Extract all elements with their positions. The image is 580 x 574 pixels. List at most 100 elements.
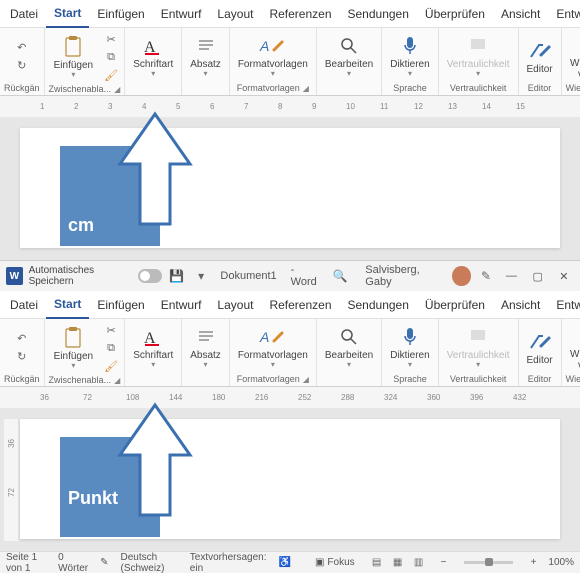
undo-icon[interactable]: ↶: [14, 331, 30, 347]
tab-ansicht[interactable]: Ansicht: [493, 292, 548, 318]
tab-ansicht[interactable]: Ansicht: [493, 1, 548, 27]
toggle-off-icon[interactable]: [138, 269, 162, 283]
tab-datei[interactable]: Datei: [2, 292, 46, 318]
group-paragraph: Absatz ▾: [182, 319, 230, 386]
page-top[interactable]: cm: [20, 128, 560, 248]
paragraph-button[interactable]: Absatz ▾: [186, 323, 225, 372]
tab-start[interactable]: Start: [46, 291, 89, 319]
paragraph-icon: [194, 34, 218, 58]
format-painter-icon[interactable]: 🖌: [103, 67, 119, 83]
launcher-icon[interactable]: ◢: [303, 375, 309, 384]
paragraph-button[interactable]: Absatz ▾: [186, 32, 225, 81]
view-read-icon[interactable]: ▤: [367, 555, 387, 571]
shape-label-cm: cm: [68, 215, 94, 236]
view-web-icon[interactable]: ▥: [409, 555, 429, 571]
tab-einfügen[interactable]: Einfügen: [89, 1, 152, 27]
shape-square-cm[interactable]: cm: [60, 146, 160, 246]
editing-button[interactable]: Bearbeiten ▾: [321, 323, 377, 372]
redo-icon[interactable]: ↻: [14, 349, 30, 365]
ruler-vertical-pt[interactable]: 3672: [4, 419, 18, 541]
status-accessibility[interactable]: ♿: [279, 557, 291, 568]
close-button[interactable]: ✕: [554, 265, 574, 287]
zoom-slider[interactable]: [464, 561, 512, 564]
user-name[interactable]: Salvisberg, Gaby: [365, 264, 442, 288]
ruler-horizontal-pt[interactable]: 3672108144180216252288324360396432: [0, 387, 580, 409]
status-textprediction[interactable]: Textvorhersagen: ein: [190, 552, 267, 574]
save-icon[interactable]: 💾: [168, 266, 186, 286]
redo-icon[interactable]: ↻: [14, 58, 30, 74]
tab-überprüfen[interactable]: Überprüfen: [417, 292, 493, 318]
chevron-down-icon: ▾: [347, 361, 351, 370]
status-language[interactable]: Deutsch (Schweiz): [121, 552, 178, 574]
tab-layout[interactable]: Layout: [209, 292, 261, 318]
tab-datei[interactable]: Datei: [2, 1, 46, 27]
zoom-level[interactable]: 100%: [548, 557, 574, 568]
tab-einfügen[interactable]: Einfügen: [89, 292, 152, 318]
tab-sendungen[interactable]: Sendungen: [340, 292, 417, 318]
shape-arrow-up[interactable]: [120, 114, 190, 234]
styles-button[interactable]: A Formatvorlagen ▾: [234, 32, 312, 81]
window-top: DateiStartEinfügenEntwurfLayoutReferenze…: [0, 0, 580, 260]
launcher-icon[interactable]: ◢: [114, 85, 120, 94]
cut-icon[interactable]: ✂: [103, 322, 119, 338]
dictate-button[interactable]: Diktieren ▾: [386, 32, 433, 81]
search-icon[interactable]: 🔍: [331, 266, 349, 286]
eyedropper-icon[interactable]: ✎: [477, 266, 495, 286]
maximize-button[interactable]: ▢: [528, 265, 548, 287]
shape-square-punkt[interactable]: Punkt: [60, 437, 160, 537]
tab-start[interactable]: Start: [46, 0, 89, 28]
font-button[interactable]: A Schriftart ▾: [129, 32, 177, 81]
tab-sendungen[interactable]: Sendungen: [340, 1, 417, 27]
tab-referenzen[interactable]: Referenzen: [261, 1, 339, 27]
paste-button[interactable]: Einfügen ▾: [50, 324, 97, 373]
styles-icon: A: [261, 325, 285, 349]
tab-entwurf[interactable]: Entwurf: [153, 1, 210, 27]
editor-button[interactable]: Editor: [523, 328, 557, 368]
view-print-icon[interactable]: ▦: [388, 555, 408, 571]
tab-entwicklertools[interactable]: Entwicklertools: [548, 292, 580, 318]
tag-icon: [466, 325, 490, 349]
font-button[interactable]: A Schriftart ▾: [129, 323, 177, 372]
chevron-down-icon: ▾: [71, 362, 75, 371]
shape-arrow-up[interactable]: [120, 405, 190, 525]
zoom-out-button[interactable]: −: [441, 557, 447, 568]
reuse-files-button[interactable]: Wiederverwen von Dateie: [566, 322, 580, 373]
status-spellcheck[interactable]: ✎: [100, 557, 108, 568]
copy-icon[interactable]: ⧉: [103, 340, 119, 356]
dictate-button[interactable]: Diktieren ▾: [386, 323, 433, 372]
copy-icon[interactable]: ⧉: [103, 49, 119, 65]
ruler-horizontal-cm[interactable]: 123456789101112131415: [0, 96, 580, 118]
zoom-in-button[interactable]: +: [531, 557, 537, 568]
ribbon-tabs-bottom: DateiStartEinfügenEntwurfLayoutReferenze…: [0, 291, 580, 319]
avatar[interactable]: [452, 266, 470, 286]
tab-referenzen[interactable]: Referenzen: [261, 292, 339, 318]
microphone-icon: [398, 325, 422, 349]
page-bottom[interactable]: Punkt: [20, 419, 560, 539]
tab-überprüfen[interactable]: Überprüfen: [417, 1, 493, 27]
document-name[interactable]: Dokument1: [220, 270, 276, 282]
chevron-down-icon[interactable]: ▾: [192, 266, 210, 286]
group-editing: Bearbeiten ▾: [317, 319, 382, 386]
undo-icon[interactable]: ↶: [14, 40, 30, 56]
chevron-down-icon: ▾: [151, 70, 155, 79]
editing-button[interactable]: Bearbeiten ▾: [321, 32, 377, 81]
tab-entwicklertools[interactable]: Entwicklertools: [548, 1, 580, 27]
autosave-toggle[interactable]: Automatisches Speichern: [29, 265, 162, 287]
status-words[interactable]: 0 Wörter: [58, 552, 88, 574]
minimize-button[interactable]: —: [501, 265, 521, 287]
font-icon: A: [141, 325, 165, 349]
status-page[interactable]: Seite 1 von 1: [6, 552, 46, 574]
chevron-down-icon: ▾: [271, 70, 275, 79]
tab-layout[interactable]: Layout: [209, 1, 261, 27]
reuse-files-button[interactable]: Wiederverwen von Dateie: [566, 31, 580, 82]
editor-button[interactable]: Editor: [523, 37, 557, 77]
paste-button[interactable]: Einfügen ▾: [50, 33, 97, 82]
tab-entwurf[interactable]: Entwurf: [153, 292, 210, 318]
format-painter-icon[interactable]: 🖌: [103, 358, 119, 374]
group-clipboard: Einfügen ▾ ✂ ⧉ 🖌 Zwischenabla...◢: [45, 28, 126, 95]
focus-mode-button[interactable]: ▣Fokus: [315, 557, 355, 568]
cut-icon[interactable]: ✂: [103, 31, 119, 47]
styles-button[interactable]: A Formatvorlagen ▾: [234, 323, 312, 372]
launcher-icon[interactable]: ◢: [114, 376, 120, 385]
launcher-icon[interactable]: ◢: [303, 84, 309, 93]
